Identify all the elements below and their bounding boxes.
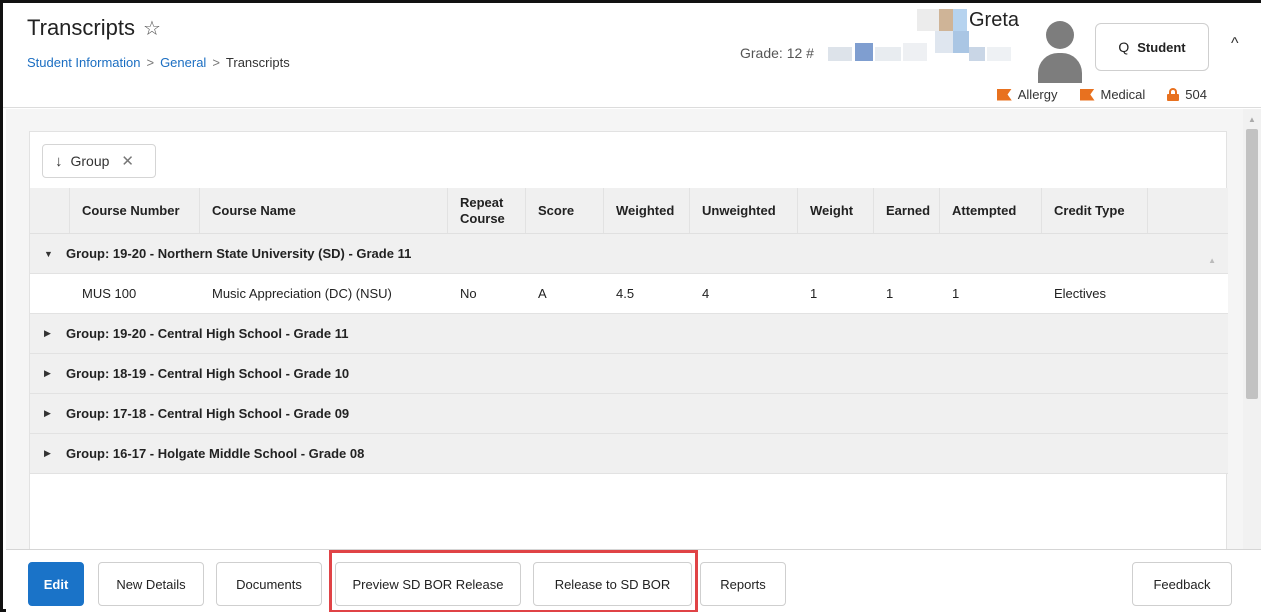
remove-grouping-icon[interactable]: ✕ [121, 152, 134, 170]
chevron-right-icon: > [146, 55, 155, 70]
group-row[interactable]: ▶ Group: 17-18 - Central High School - G… [30, 394, 1228, 434]
collapse-header-icon[interactable]: ^ [1231, 35, 1239, 53]
feedback-button[interactable]: Feedback [1132, 562, 1232, 606]
column-header-unweighted[interactable]: Unweighted [690, 188, 798, 233]
column-header-repeat-course[interactable]: Repeat Course [448, 188, 526, 233]
content-area: ↓ Group ✕ Course Number Course Name Repe… [6, 109, 1243, 551]
cell-earned: 1 [886, 286, 894, 301]
transcript-panel: ↓ Group ✕ Course Number Course Name Repe… [29, 131, 1228, 551]
grid-scroll-up-icon[interactable]: ▲ [1208, 256, 1216, 265]
documents-button[interactable]: Documents [216, 562, 322, 606]
search-icon: Q [1118, 39, 1130, 55]
new-details-button[interactable]: New Details [98, 562, 204, 606]
student-grade: Grade: 12 # [740, 45, 814, 61]
column-header-weighted[interactable]: Weighted [604, 188, 690, 233]
avatar [1036, 21, 1084, 83]
cell-score: A [538, 286, 547, 301]
favorite-star-icon[interactable]: ☆ [143, 16, 161, 41]
group-label: Group: 17-18 - Central High School - Gra… [66, 406, 350, 421]
page-header: Transcripts ☆ Student Information > Gene… [3, 3, 1261, 108]
column-header-earned[interactable]: Earned [874, 188, 940, 233]
collapsed-triangle-icon[interactable]: ▶ [44, 328, 54, 339]
app-window: Transcripts ☆ Student Information > Gene… [0, 0, 1261, 612]
cell-credit-type: Electives [1054, 286, 1107, 301]
reports-button[interactable]: Reports [700, 562, 786, 606]
flag-icon [996, 88, 1012, 101]
expanded-triangle-icon[interactable]: ▼ [44, 249, 54, 259]
group-label: Group: 19-20 - Northern State University… [66, 246, 412, 261]
cell-repeat-course: No [460, 286, 477, 301]
scrollbar-thumb[interactable] [1246, 129, 1258, 399]
column-header-score[interactable]: Score [526, 188, 604, 233]
group-label: Group: 19-20 - Central High School - Gra… [66, 326, 349, 341]
edit-button[interactable]: Edit [28, 562, 84, 606]
column-header-course-name[interactable]: Course Name [200, 188, 448, 233]
sort-down-arrow-icon: ↓ [55, 152, 63, 170]
chevron-right-icon: > [212, 55, 220, 70]
page-title-text: Transcripts [27, 15, 135, 40]
group-row[interactable]: ▶ Group: 18-19 - Central High School - G… [30, 354, 1228, 394]
cell-attempted: 1 [952, 286, 960, 301]
page-title: Transcripts ☆ [27, 15, 161, 41]
cell-weighted: 4.5 [616, 286, 635, 301]
column-header-spacer [30, 188, 70, 233]
transcript-grid: Course Number Course Name Repeat Course … [30, 188, 1228, 474]
group-label: Group: 18-19 - Central High School - Gra… [66, 366, 350, 381]
group-label: Group: 16-17 - Holgate Middle School - G… [66, 446, 365, 461]
breadcrumb: Student Information > General > Transcri… [27, 55, 290, 70]
student-search-button[interactable]: Q Student [1095, 23, 1209, 71]
flag-504[interactable]: 504 [1167, 87, 1207, 102]
cell-course-name: Music Appreciation (DC) (NSU) [212, 286, 392, 301]
cell-unweighted: 4 [702, 286, 710, 301]
highlight-box [329, 550, 698, 612]
column-header-weight[interactable]: Weight [798, 188, 874, 233]
student-flags: Allergy Medical 504 [996, 87, 1207, 102]
flag-allergy-label: Allergy [1017, 87, 1058, 102]
group-row[interactable]: ▶ Group: 19-20 - Central High School - G… [30, 314, 1228, 354]
action-toolbar: Edit New Details Documents Preview SD BO… [6, 549, 1261, 612]
lock-icon [1167, 88, 1180, 101]
breadcrumb-current: Transcripts [225, 55, 290, 70]
group-by-chip[interactable]: ↓ Group ✕ [42, 144, 156, 178]
flag-allergy[interactable]: Allergy [996, 87, 1058, 102]
breadcrumb-student-information[interactable]: Student Information [27, 55, 140, 70]
collapsed-triangle-icon[interactable]: ▶ [44, 448, 54, 459]
column-header-attempted[interactable]: Attempted [940, 188, 1042, 233]
breadcrumb-general[interactable]: General [160, 55, 206, 70]
table-row[interactable]: MUS 100 Music Appreciation (DC) (NSU) No… [30, 274, 1228, 314]
group-row[interactable]: ▼ Group: 19-20 - Northern State Universi… [30, 234, 1228, 274]
student-name: Greta [969, 9, 1020, 31]
student-search-label: Student [1137, 39, 1186, 55]
group-chip-label: Group [70, 153, 110, 169]
page-scrollbar[interactable]: ▲ [1243, 109, 1261, 549]
collapsed-triangle-icon[interactable]: ▶ [44, 368, 54, 379]
flag-504-label: 504 [1185, 87, 1207, 102]
column-header-course-number[interactable]: Course Number [70, 188, 200, 233]
group-row[interactable]: ▶ Group: 16-17 - Holgate Middle School -… [30, 434, 1228, 474]
flag-icon [1079, 88, 1095, 101]
flag-medical[interactable]: Medical [1079, 87, 1146, 102]
scroll-up-icon[interactable]: ▲ [1248, 115, 1256, 124]
cell-course-number: MUS 100 [82, 286, 137, 301]
column-header-credit-type[interactable]: Credit Type [1042, 188, 1148, 233]
cell-weight: 1 [810, 286, 818, 301]
collapsed-triangle-icon[interactable]: ▶ [44, 408, 54, 419]
grid-header: Course Number Course Name Repeat Course … [30, 188, 1228, 234]
column-header-filler [1148, 188, 1228, 233]
flag-medical-label: Medical [1100, 87, 1146, 102]
